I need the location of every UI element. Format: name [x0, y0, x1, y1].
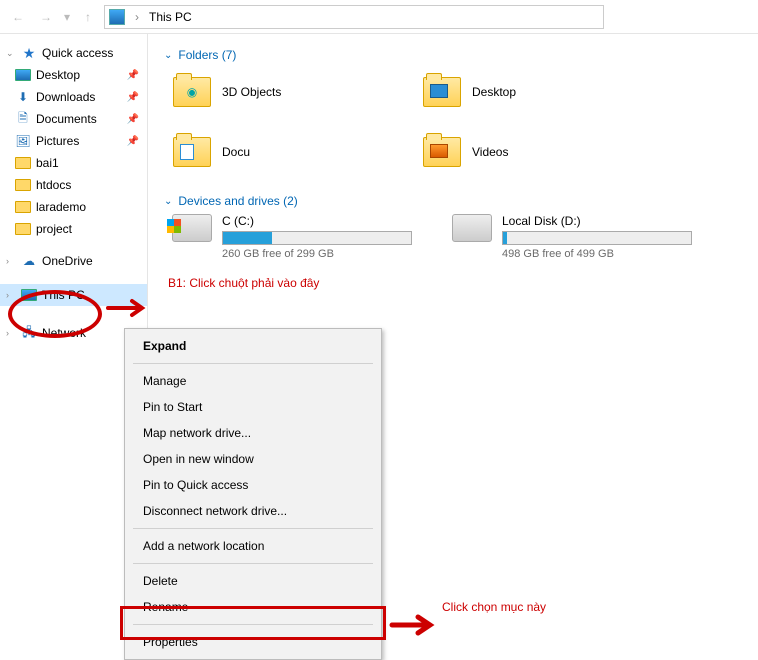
menu-item-pin-start[interactable]: Pin to Start [125, 394, 381, 420]
downloads-icon: ⬇ [14, 89, 32, 105]
pin-icon: 📌 [127, 92, 139, 103]
menu-item-disconnect-drive[interactable]: Disconnect network drive... [125, 498, 381, 524]
chevron-right-icon: › [131, 10, 143, 24]
sidebar-item-downloads[interactable]: ⬇ Downloads 📌 [0, 86, 147, 108]
nav-dropdown-icon[interactable]: ▾ [62, 10, 72, 24]
sidebar-label: Quick access [42, 46, 113, 60]
menu-item-add-network-location[interactable]: Add a network location [125, 533, 381, 559]
address-bar: ← → ▾ ↑ › This PC [0, 0, 758, 34]
chevron-right-icon[interactable]: › [6, 328, 16, 338]
sidebar-label: larademo [36, 200, 86, 214]
address-field[interactable]: › This PC [104, 5, 604, 29]
drive-icon [452, 214, 492, 242]
folder-icon [15, 201, 31, 213]
section-title: Devices and drives (2) [178, 194, 297, 208]
sidebar-item-onedrive[interactable]: › ☁ OneDrive [0, 250, 147, 272]
chevron-down-icon: ⌄ [164, 50, 172, 61]
menu-item-map-drive[interactable]: Map network drive... [125, 420, 381, 446]
tile-label: Desktop [472, 85, 516, 99]
drives-section-header[interactable]: ⌄ Devices and drives (2) [164, 194, 750, 208]
pin-icon: 📌 [127, 136, 139, 147]
folder-icon: ◉ [173, 77, 211, 107]
menu-item-manage[interactable]: Manage [125, 368, 381, 394]
chevron-down-icon[interactable]: ⌄ [6, 48, 16, 59]
sidebar-label: Documents [36, 112, 97, 126]
folder-icon [173, 137, 211, 167]
annotation-text-b2: Click chọn mục này [442, 600, 546, 614]
chevron-right-icon[interactable]: › [6, 256, 16, 266]
sidebar-label: htdocs [36, 178, 71, 192]
sidebar-label: Desktop [36, 68, 80, 82]
sidebar-item-quick-access[interactable]: ⌄ ★ Quick access [0, 42, 147, 64]
folders-section-header[interactable]: ⌄ Folders (7) [164, 48, 750, 62]
star-icon: ★ [20, 45, 38, 61]
drive-c[interactable]: C (C:) 260 GB free of 299 GB [172, 214, 412, 260]
section-title: Folders (7) [178, 48, 236, 62]
tile-label: Docu [222, 145, 250, 159]
drive-usage-bar [222, 231, 412, 245]
sidebar-label: Downloads [36, 90, 95, 104]
drive-free-text: 498 GB free of 499 GB [502, 248, 692, 260]
sidebar-label: Pictures [36, 134, 79, 148]
this-pc-icon [109, 9, 125, 25]
sidebar-label: OneDrive [42, 254, 93, 268]
menu-item-properties[interactable]: Properties [125, 629, 381, 655]
tile-label: Videos [472, 145, 508, 159]
drive-free-text: 260 GB free of 299 GB [222, 248, 412, 260]
drive-icon [172, 214, 212, 242]
sidebar-item-desktop[interactable]: Desktop 📌 [0, 64, 147, 86]
sidebar-item-larademo[interactable]: larademo [0, 196, 147, 218]
menu-item-delete[interactable]: Delete [125, 568, 381, 594]
menu-separator [133, 528, 373, 529]
drive-usage-bar [502, 231, 692, 245]
folder-tile-documents[interactable]: Docu [172, 128, 422, 176]
sidebar-label: project [36, 222, 72, 236]
folder-tile-desktop[interactable]: Desktop [422, 68, 672, 116]
folder-tile-videos[interactable]: Videos [422, 128, 672, 176]
nav-forward-button[interactable]: → [34, 5, 58, 29]
sidebar-item-documents[interactable]: 🗎 Documents 📌 [0, 108, 147, 130]
menu-item-rename[interactable]: Rename [125, 594, 381, 620]
sidebar-label: bai1 [36, 156, 59, 170]
annotation-arrow-icon [388, 614, 436, 636]
cloud-icon: ☁ [20, 253, 38, 269]
annotation-circle [8, 290, 102, 338]
menu-separator [133, 563, 373, 564]
folder-icon [15, 179, 31, 191]
sidebar-item-bai1[interactable]: bai1 [0, 152, 147, 174]
folder-icon [423, 137, 461, 167]
sidebar-item-htdocs[interactable]: htdocs [0, 174, 147, 196]
annotation-arrow-icon [106, 298, 152, 318]
pin-icon: 📌 [127, 70, 139, 81]
annotation-text-b1: B1: Click chuột phải vào đây [168, 276, 319, 290]
chevron-down-icon: ⌄ [164, 196, 172, 207]
desktop-icon [15, 69, 31, 81]
drive-d[interactable]: Local Disk (D:) 498 GB free of 499 GB [452, 214, 692, 260]
menu-separator [133, 363, 373, 364]
nav-back-button[interactable]: ← [6, 5, 30, 29]
drive-name: C (C:) [222, 214, 412, 228]
menu-item-open-new-window[interactable]: Open in new window [125, 446, 381, 472]
nav-up-button[interactable]: ↑ [76, 5, 100, 29]
context-menu: Expand Manage Pin to Start Map network d… [124, 328, 382, 660]
pictures-icon: 🖼 [14, 133, 32, 149]
pin-icon: 📌 [127, 114, 139, 125]
folder-tile-3d-objects[interactable]: ◉ 3D Objects [172, 68, 422, 116]
chevron-right-icon[interactable]: › [6, 290, 16, 300]
sidebar-item-project[interactable]: project [0, 218, 147, 240]
address-location: This PC [149, 10, 192, 24]
folder-icon [15, 157, 31, 169]
menu-separator [133, 624, 373, 625]
drive-name: Local Disk (D:) [502, 214, 692, 228]
menu-item-expand[interactable]: Expand [125, 333, 381, 359]
tile-label: 3D Objects [222, 85, 281, 99]
folder-icon [15, 223, 31, 235]
sidebar-item-pictures[interactable]: 🖼 Pictures 📌 [0, 130, 147, 152]
folder-icon [423, 77, 461, 107]
documents-icon: 🗎 [14, 111, 32, 127]
menu-item-pin-quick-access[interactable]: Pin to Quick access [125, 472, 381, 498]
